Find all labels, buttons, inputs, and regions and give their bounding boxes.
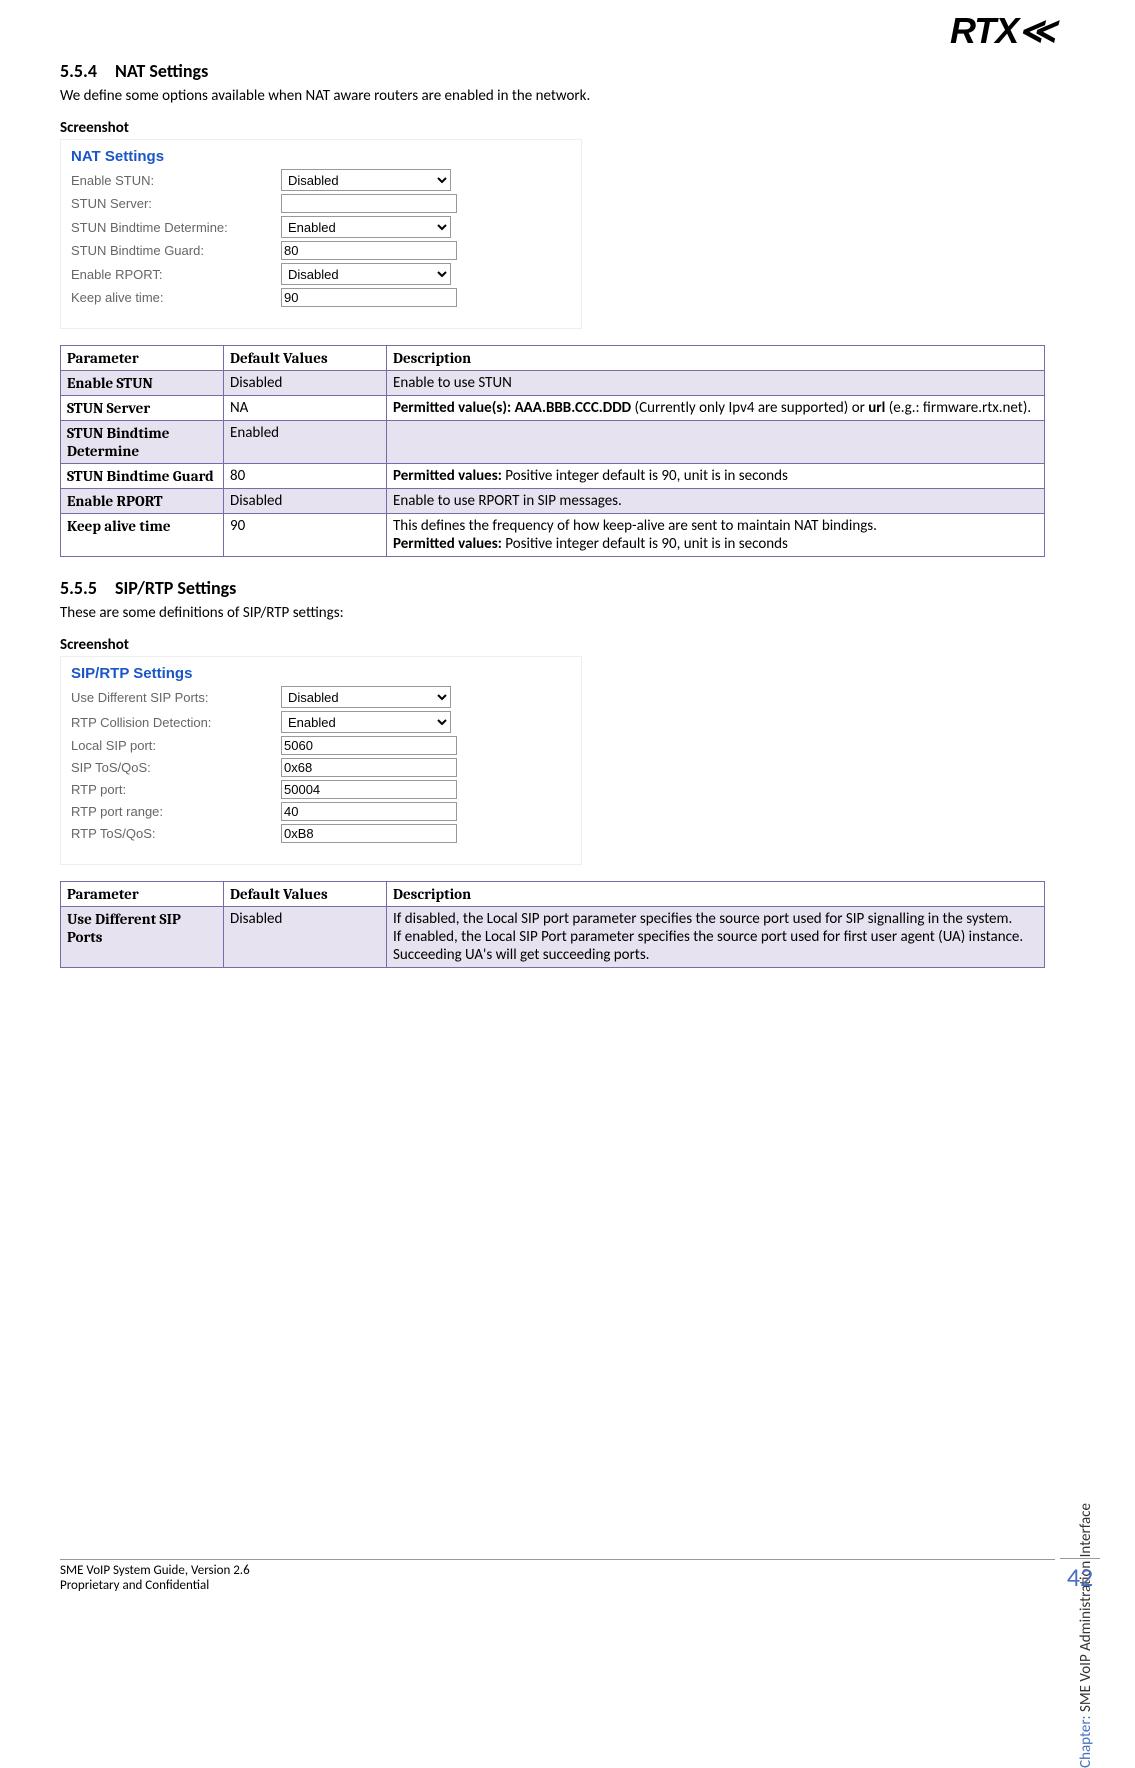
col-default: Default Values xyxy=(224,882,387,907)
field-label: Enable STUN: xyxy=(71,173,281,188)
rtp-tos-input[interactable] xyxy=(281,824,457,843)
screenshot-label: Screenshot xyxy=(60,636,1045,654)
field-label: RTP port: xyxy=(71,782,281,797)
sip-tos-input[interactable] xyxy=(281,758,457,777)
table-row: Enable STUN Disabled Enable to use STUN xyxy=(61,371,1045,396)
use-diff-sip-ports-select[interactable]: Disabled xyxy=(281,686,451,708)
enable-stun-select[interactable]: Disabled xyxy=(281,169,451,191)
col-description: Description xyxy=(387,346,1045,371)
field-label: Use Different SIP Ports: xyxy=(71,690,281,705)
panel-title: NAT Settings xyxy=(71,148,571,165)
page-number: 42 xyxy=(1060,1558,1100,1593)
field-label: RTP port range: xyxy=(71,804,281,819)
col-description: Description xyxy=(387,882,1045,907)
col-parameter: Parameter xyxy=(61,882,224,907)
nat-settings-screenshot: NAT Settings Enable STUN:Disabled STUN S… xyxy=(60,139,582,329)
keep-alive-time-input[interactable] xyxy=(281,288,457,307)
footer-confidential: Proprietary and Confidential xyxy=(60,1578,1055,1593)
field-label: RTP Collision Detection: xyxy=(71,715,281,730)
table-header-row: Parameter Default Values Description xyxy=(61,346,1045,371)
section-heading-nat: 5.5.4NAT Settings xyxy=(60,60,1045,82)
field-label: Local SIP port: xyxy=(71,738,281,753)
table-header-row: Parameter Default Values Description xyxy=(61,882,1045,907)
section-intro: These are some definitions of SIP/RTP se… xyxy=(60,604,1045,622)
rtp-port-range-input[interactable] xyxy=(281,802,457,821)
rtp-collision-select[interactable]: Enabled xyxy=(281,711,451,733)
field-label: Keep alive time: xyxy=(71,290,281,305)
siprtp-settings-screenshot: SIP/RTP Settings Use Different SIP Ports… xyxy=(60,656,582,865)
field-label: RTP ToS/QoS: xyxy=(71,826,281,841)
section-heading-siprtp: 5.5.5SIP/RTP Settings xyxy=(60,577,1045,599)
rtx-logo: RTX≪ xyxy=(950,10,1055,52)
col-parameter: Parameter xyxy=(61,346,224,371)
page-footer: SME VoIP System Guide, Version 2.6 Propr… xyxy=(60,1559,1055,1593)
table-row: Enable RPORT Disabled Enable to use RPOR… xyxy=(61,489,1045,514)
enable-rport-select[interactable]: Disabled xyxy=(281,263,451,285)
field-label: STUN Bindtime Determine: xyxy=(71,220,281,235)
panel-title: SIP/RTP Settings xyxy=(71,665,571,682)
field-label: STUN Server: xyxy=(71,196,281,211)
stun-server-input[interactable] xyxy=(281,194,457,213)
field-label: STUN Bindtime Guard: xyxy=(71,243,281,258)
stun-bindtime-guard-input[interactable] xyxy=(281,241,457,260)
local-sip-port-input[interactable] xyxy=(281,736,457,755)
field-label: SIP ToS/QoS: xyxy=(71,760,281,775)
rtp-port-input[interactable] xyxy=(281,780,457,799)
table-row: STUN Server NA Permitted value(s): AAA.B… xyxy=(61,396,1045,421)
table-row: Use Different SIP Ports Disabled If disa… xyxy=(61,907,1045,968)
field-label: Enable RPORT: xyxy=(71,267,281,282)
section-intro: We define some options available when NA… xyxy=(60,87,1045,105)
table-row: Keep alive time 90 This defines the freq… xyxy=(61,514,1045,557)
table-row: STUN Bindtime Guard 80 Permitted values:… xyxy=(61,464,1045,489)
table-row: STUN Bindtime Determine Enabled xyxy=(61,421,1045,464)
nat-parameters-table: Parameter Default Values Description Ena… xyxy=(60,345,1045,557)
screenshot-label: Screenshot xyxy=(60,119,1045,137)
col-default: Default Values xyxy=(224,346,387,371)
chapter-side-label: Chapter: SME VoIP Administration Interfa… xyxy=(1077,1503,1095,1768)
footer-title: SME VoIP System Guide, Version 2.6 xyxy=(60,1563,1055,1578)
stun-bindtime-determine-select[interactable]: Enabled xyxy=(281,216,451,238)
siprtp-parameters-table: Parameter Default Values Description Use… xyxy=(60,881,1045,968)
